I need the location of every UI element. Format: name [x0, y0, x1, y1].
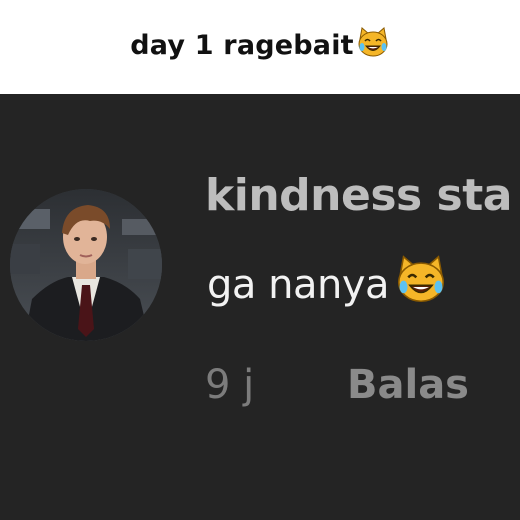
joy-cat-icon [393, 252, 449, 316]
meme-page: day 1 ragebait kindness sta ga nanya 9 j… [0, 0, 520, 520]
comment-screenshot: kindness sta ga nanya 9 j Balas [0, 94, 520, 520]
comment-body: ga nanya [207, 254, 449, 316]
comment-text: ga nanya [207, 262, 390, 308]
caption-text: day 1 ragebait [130, 29, 354, 61]
joy-cat-icon [356, 25, 390, 66]
meme-caption-bar: day 1 ragebait [0, 0, 520, 94]
comment-username[interactable]: kindness sta [205, 170, 512, 221]
reply-button[interactable]: Balas [347, 362, 469, 408]
meme-caption: day 1 ragebait [130, 25, 390, 66]
comment-meta-row: 9 j Balas [205, 362, 520, 412]
avatar[interactable] [10, 189, 162, 341]
comment-timestamp: 9 j [205, 362, 255, 408]
